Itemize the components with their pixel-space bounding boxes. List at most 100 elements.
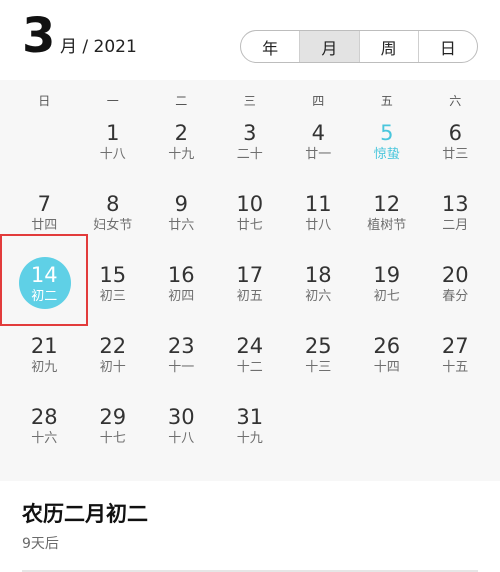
lunar-label: 惊蛰: [373, 147, 400, 162]
day-number: 27: [441, 334, 469, 358]
day-number: 26: [373, 334, 401, 358]
calendar-day[interactable]: 29 十七: [79, 400, 148, 470]
lunar-label: 初七: [373, 289, 400, 304]
tab-week[interactable]: 周: [360, 31, 419, 62]
calendar-day[interactable]: 26 十四: [353, 329, 422, 399]
calendar-day[interactable]: 22 初十: [79, 329, 148, 399]
lunar-label: 十八: [99, 147, 126, 162]
weekday-label: 日: [38, 94, 51, 108]
day-number: 23: [167, 334, 195, 358]
lunar-label: 十九: [168, 147, 195, 162]
calendar-day[interactable]: 30 十八: [147, 400, 216, 470]
weekday-label: 一: [106, 94, 119, 108]
lunar-label: 廿三: [442, 147, 469, 162]
day-number: 19: [373, 263, 401, 287]
lunar-label: 十一: [168, 360, 195, 375]
calendar-day[interactable]: 10 廿七: [216, 187, 285, 257]
lunar-label: 十六: [31, 431, 58, 446]
lunar-label: 廿八: [305, 218, 332, 233]
lunar-label: 十三: [305, 360, 332, 375]
day-number: 13: [441, 192, 469, 216]
view-switcher: 年 月 周 日: [240, 30, 478, 63]
day-number: 18: [304, 263, 332, 287]
weekday-label: 四: [312, 94, 325, 108]
lunar-label: 廿四: [31, 218, 58, 233]
weekday-header-row: 日 一 二 三 四 五 六: [10, 92, 490, 109]
calendar-day[interactable]: 12 植树节: [353, 187, 422, 257]
calendar-day[interactable]: 5 惊蛰: [353, 116, 422, 186]
weekday-label: 六: [449, 94, 462, 108]
calendar-day[interactable]: 4 廿一: [284, 116, 353, 186]
lunar-label: 十九: [236, 431, 263, 446]
calendar-day[interactable]: 16 初四: [147, 258, 216, 328]
lunar-label: 十八: [168, 431, 195, 446]
day-number: 9: [174, 192, 188, 216]
calendar-day[interactable]: 23 十一: [147, 329, 216, 399]
day-number: 24: [236, 334, 264, 358]
calendar-day[interactable]: 19 初七: [353, 258, 422, 328]
day-number: 3: [243, 121, 257, 145]
lunar-date-title: 农历二月初二: [22, 502, 148, 526]
lunar-label: 春分: [442, 289, 469, 304]
calendar-day[interactable]: 8 妇女节: [79, 187, 148, 257]
calendar-day[interactable]: 6 廿三: [421, 116, 490, 186]
calendar-day[interactable]: 20 春分: [421, 258, 490, 328]
lunar-label: 廿一: [305, 147, 332, 162]
lunar-label: 初三: [99, 289, 126, 304]
calendar-day[interactable]: 21 初九: [10, 329, 79, 399]
calendar-day[interactable]: 25 十三: [284, 329, 353, 399]
tab-day[interactable]: 日: [419, 31, 477, 62]
day-number: 12: [373, 192, 401, 216]
lunar-label: 十二: [236, 360, 263, 375]
lunar-label: 初九: [31, 360, 58, 375]
calendar-day[interactable]: 11 廿八: [284, 187, 353, 257]
calendar-day[interactable]: 13 二月: [421, 187, 490, 257]
tab-year[interactable]: 年: [241, 31, 301, 62]
calendar-day[interactable]: 9 廿六: [147, 187, 216, 257]
day-number: 4: [311, 121, 325, 145]
weekday-label: 五: [380, 94, 393, 108]
tab-month[interactable]: 月: [300, 31, 360, 62]
day-number: 22: [99, 334, 127, 358]
lunar-label: 初四: [168, 289, 195, 304]
day-number: 8: [106, 192, 120, 216]
calendar-day[interactable]: 2 十九: [147, 116, 216, 186]
day-number: 11: [304, 192, 332, 216]
calendar-day[interactable]: 1 十八: [79, 116, 148, 186]
day-number: 17: [236, 263, 264, 287]
day-number: 28: [30, 405, 58, 429]
calendar-day[interactable]: 24 十二: [216, 329, 285, 399]
calendar-day[interactable]: 28 十六: [10, 400, 79, 470]
weekday-label: 二: [175, 94, 188, 108]
day-number: 1: [106, 121, 120, 145]
day-number: 6: [448, 121, 462, 145]
calendar-day[interactable]: 18 初六: [284, 258, 353, 328]
lunar-label: 妇女节: [93, 218, 133, 233]
days-until-label: 9天后: [22, 536, 59, 552]
day-number: 5: [380, 121, 394, 145]
lunar-label: 十五: [442, 360, 469, 375]
calendar-day[interactable]: 27 十五: [421, 329, 490, 399]
day-number: 2: [174, 121, 188, 145]
day-number: 29: [99, 405, 127, 429]
day-number: 15: [99, 263, 127, 287]
lunar-label: 廿七: [236, 218, 263, 233]
day-number: 31: [236, 405, 264, 429]
lunar-label: 初五: [236, 289, 263, 304]
day-info-panel: 农历二月初二 9天后: [0, 481, 500, 572]
calendar-day[interactable]: 17 初五: [216, 258, 285, 328]
lunar-label: 二月: [442, 218, 469, 233]
day-number: 21: [30, 334, 58, 358]
calendar-day[interactable]: 15 初三: [79, 258, 148, 328]
lunar-label: 十四: [373, 360, 400, 375]
day-number: 30: [167, 405, 195, 429]
day-number: 16: [167, 263, 195, 287]
calendar-day[interactable]: 31 十九: [216, 400, 285, 470]
lunar-label: 初十: [99, 360, 126, 375]
calendar-day[interactable]: 3 二十: [216, 116, 285, 186]
highlight-box: [0, 234, 88, 326]
day-number: 7: [37, 192, 51, 216]
day-number: 20: [441, 263, 469, 287]
calendar-header: 3 月 / 2021 年 月 周 日: [0, 0, 500, 80]
lunar-label: 二十: [236, 147, 263, 162]
